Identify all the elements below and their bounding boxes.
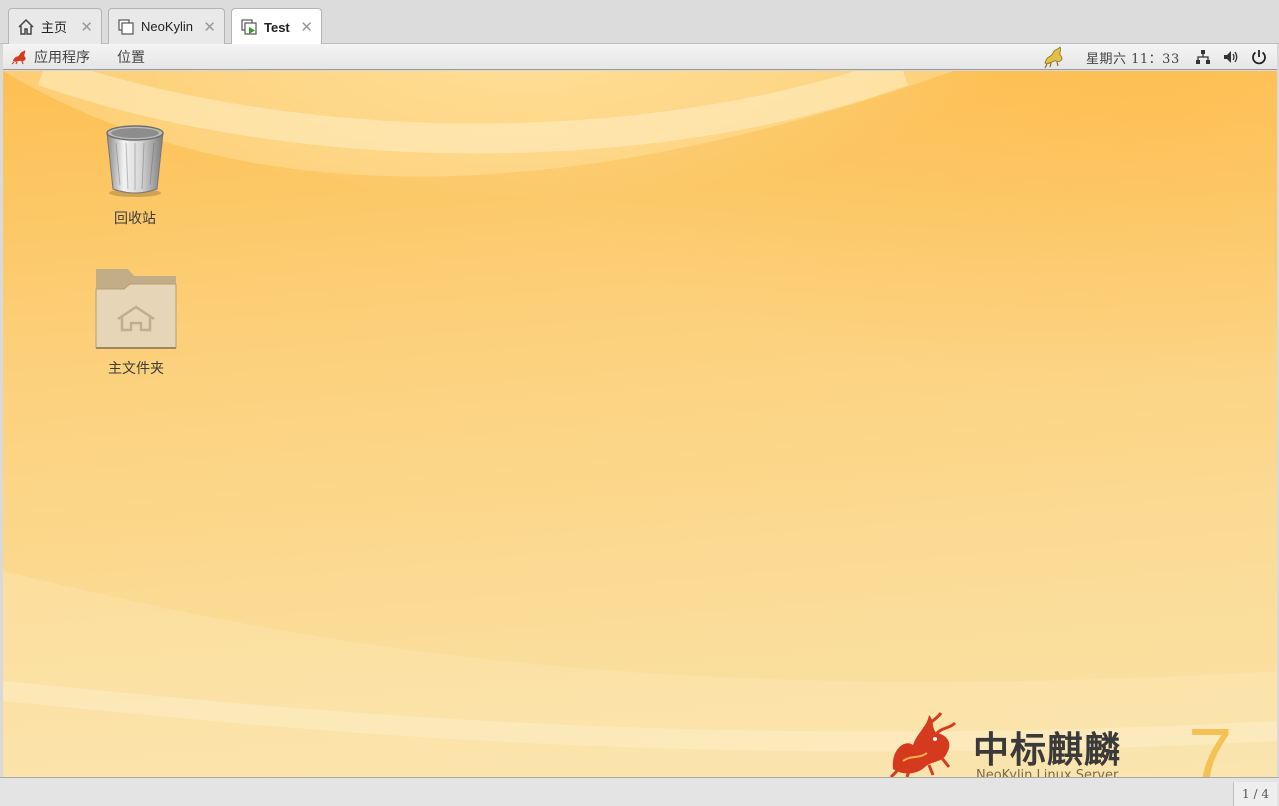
applications-menu[interactable]: 应用程序 — [34, 47, 90, 67]
top-panel: 应用程序 位置 星期六 11：33 — [3, 44, 1277, 70]
tab-label: 主页 — [41, 20, 68, 35]
vm-icon — [117, 18, 135, 36]
home-folder-icon — [94, 267, 178, 354]
bottom-bar: 1 / 4 — [0, 777, 1279, 806]
kylin-applet-icon[interactable] — [1041, 45, 1069, 69]
trash-icon — [102, 123, 168, 204]
tab-home[interactable]: 主页 ✕ — [8, 8, 102, 44]
close-icon[interactable]: ✕ — [80, 18, 93, 36]
network-icon[interactable] — [1194, 48, 1212, 66]
brand-watermark: 中标麒麟 NeoKylin Linux Server 7 — [883, 707, 1277, 777]
tab-label: Test — [264, 19, 290, 35]
close-icon[interactable]: ✕ — [203, 18, 216, 36]
clock[interactable]: 星期六 11：33 — [1086, 48, 1180, 67]
vm-running-icon — [240, 18, 258, 36]
tab-test[interactable]: Test ✕ — [231, 8, 322, 45]
workspace-indicator: 1 / 4 — [1242, 787, 1269, 801]
home-icon — [17, 18, 35, 36]
desktop-icon-trash[interactable]: 回收站 — [95, 123, 175, 228]
desktop-icon-label: 主文件夹 — [108, 361, 164, 377]
tab-neokylin[interactable]: NeoKylin ✕ — [108, 8, 225, 44]
volume-icon[interactable] — [1222, 48, 1240, 66]
brand-title: 中标麒麟 — [973, 730, 1122, 771]
tab-label: NeoKylin — [141, 19, 194, 34]
desktop-icon-home-folder[interactable]: 主文件夹 — [92, 267, 180, 378]
brand-subtitle: NeoKylin Linux Server — [976, 768, 1119, 777]
brand-version: 7 — [1188, 712, 1233, 778]
kylin-logo-icon — [883, 709, 967, 777]
wallpaper-waves — [3, 71, 1277, 777]
close-icon[interactable]: ✕ — [300, 18, 313, 36]
vm-tab-strip: 主页 ✕ NeoKylin ✕ Test ✕ — [0, 0, 1279, 45]
power-icon[interactable] — [1250, 48, 1268, 66]
kylin-logo-icon — [11, 49, 29, 65]
desktop-icon-label: 回收站 — [114, 211, 156, 227]
workspace-switcher[interactable]: 1 / 4 — [1233, 782, 1277, 806]
desktop[interactable]: 回收站 主文件夹 中标麒麟 NeoKylin Linux Server 7 — [3, 71, 1277, 777]
places-menu[interactable]: 位置 — [117, 47, 145, 67]
